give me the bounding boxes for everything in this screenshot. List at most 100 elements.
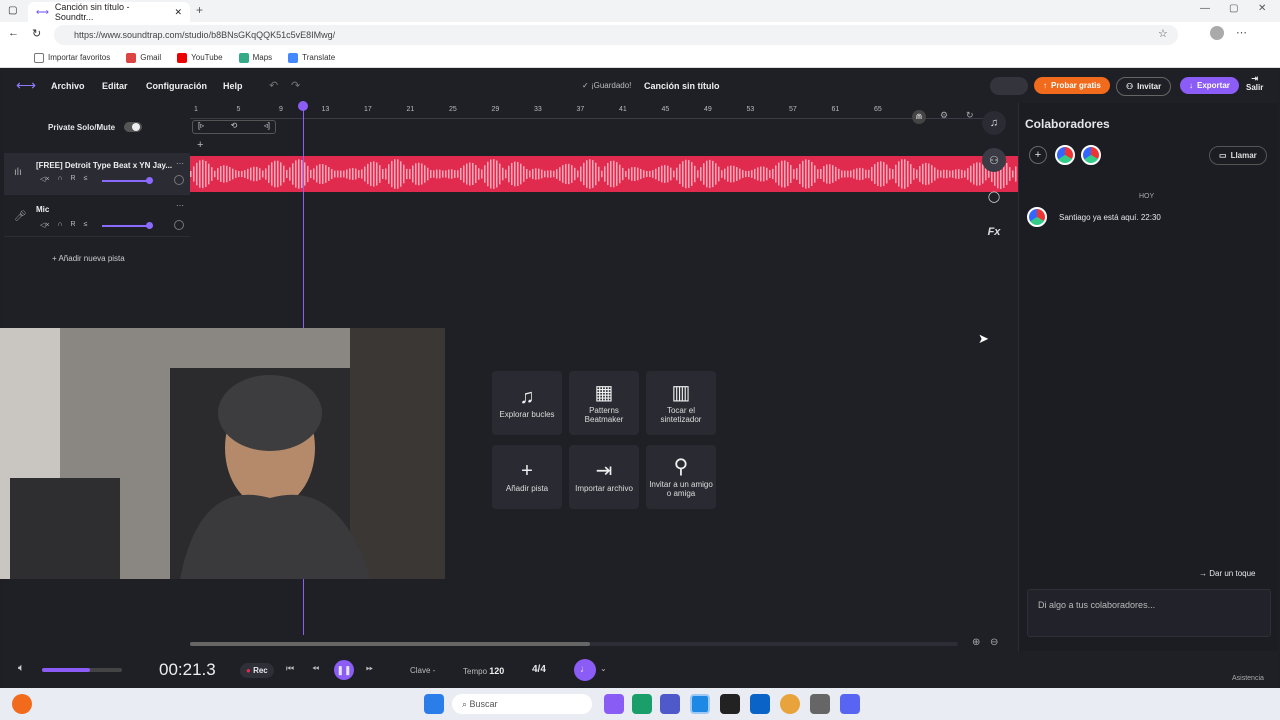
chevron-down-icon[interactable]: ⌄ (600, 664, 607, 673)
menu-editar[interactable]: Editar (102, 81, 128, 91)
mute-button[interactable]: ◁× (40, 175, 49, 183)
loops-icon[interactable]: ♫ (982, 111, 1006, 135)
volume-knob[interactable] (146, 222, 153, 229)
horizontal-scrollbar[interactable] (190, 642, 958, 646)
redo-icon[interactable]: ↷ (291, 79, 300, 92)
menu-help[interactable]: Help (223, 81, 243, 91)
avatar[interactable] (1081, 145, 1101, 165)
avatar[interactable] (1055, 145, 1075, 165)
try-free-button[interactable]: ↑ Probar gratis (1034, 77, 1110, 94)
close-window-icon[interactable]: ✕ (1258, 3, 1266, 14)
menu-archivo[interactable]: Archivo (51, 81, 85, 91)
more-menu-icon[interactable]: ⋯ (1236, 26, 1247, 39)
nudge-button[interactable]: → Dar un toque (1199, 569, 1256, 578)
track-volume-slider[interactable] (102, 180, 152, 182)
undo-icon[interactable]: ↶ (269, 79, 278, 92)
magnet-icon[interactable]: ⋒ (912, 110, 926, 124)
audio-clip-waveform[interactable] (190, 156, 1018, 192)
back-icon[interactable]: ← (8, 27, 19, 39)
zoom-out-icon[interactable]: ⊖ (990, 637, 998, 648)
add-collaborator-button[interactable]: + (1029, 146, 1047, 164)
settings-gear-icon[interactable]: ⚙ (940, 110, 948, 121)
invite-button[interactable]: ⚇ Invitar (1116, 77, 1172, 96)
theme-toggle[interactable] (990, 77, 1028, 95)
invite-friend-tile[interactable]: ⚲ Invitar a un amigo o amiga (646, 445, 716, 509)
chat-input[interactable]: Di algo a tus colaboradores... (1027, 589, 1271, 637)
discord-icon[interactable] (840, 694, 860, 714)
time-signature[interactable]: 4/4 (532, 664, 546, 675)
track-volume-slider[interactable] (102, 225, 152, 227)
export-button[interactable]: ↓ Exportar (1180, 77, 1239, 94)
loop-start-icon[interactable]: [▹ (198, 121, 204, 133)
maximize-icon[interactable]: ▢ (1229, 3, 1238, 14)
master-volume-slider[interactable] (42, 668, 122, 672)
patterns-beatmaker-tile[interactable]: ▦ Patterns Beatmaker (569, 371, 639, 435)
outlook-icon[interactable] (750, 694, 770, 714)
loop-icon[interactable]: ⟲ (231, 121, 238, 133)
browser-tab[interactable]: ⟷ Canción sin título - Soundtr... ✕ (28, 2, 190, 22)
volume-knob[interactable] (146, 177, 153, 184)
fx-icon[interactable]: Fx (982, 220, 1006, 244)
app-icon[interactable] (632, 694, 652, 714)
headphones-button[interactable]: ∩ (57, 175, 62, 183)
add-track-tile[interactable]: + Añadir pista (492, 445, 562, 509)
track-name[interactable]: Mic (36, 205, 49, 214)
timeline-ruler[interactable]: 1 5 9 13 17 21 25 29 33 37 41 45 49 53 57 61 65 (190, 103, 990, 119)
track-row[interactable]: ılı [FREE] Detroit Type Beat x YN Jay...… (4, 153, 190, 195)
fast-forward-icon[interactable]: ⏩︎ (366, 663, 373, 674)
chrome-icon[interactable] (780, 694, 800, 714)
rewind-icon[interactable]: ⏪︎ (312, 663, 319, 674)
bookmark-translate[interactable]: Translate (288, 52, 335, 63)
mute-button[interactable]: ◁× (40, 221, 49, 229)
skip-start-icon[interactable]: ⏮︎ (286, 663, 294, 674)
playhead-handle[interactable] (298, 101, 308, 111)
pan-knob[interactable] (174, 175, 184, 185)
taskbar-search[interactable]: ⌕ Buscar (452, 694, 592, 714)
add-new-track-button[interactable]: + Añadir nueva pista (52, 254, 125, 263)
new-tab-icon[interactable]: + (196, 3, 203, 17)
menu-configuracion[interactable]: Configuración (146, 81, 207, 91)
copilot-icon[interactable] (604, 694, 624, 714)
explore-loops-tile[interactable]: ♫ Explorar bucles (492, 371, 562, 435)
bookmark-maps[interactable]: Maps (238, 52, 272, 63)
track-name[interactable]: [FREE] Detroit Type Beat x YN Jay... (36, 161, 172, 170)
edge-icon[interactable] (690, 694, 710, 714)
loop-end-icon[interactable]: ◃] (264, 121, 270, 133)
minimize-icon[interactable]: — (1200, 3, 1210, 14)
app-icon[interactable] (12, 694, 32, 714)
track-options-icon[interactable]: ⋯ (176, 159, 184, 168)
pan-knob[interactable] (174, 220, 184, 230)
zoom-in-icon[interactable]: ⊕ (972, 637, 980, 648)
play-pause-button[interactable]: ❚❚ (334, 660, 354, 680)
metronome-button[interactable]: ♩ (574, 659, 596, 681)
record-arm-button[interactable]: R (71, 221, 76, 229)
bookmark-youtube[interactable]: YouTube (177, 52, 223, 63)
soundtrap-logo-icon[interactable]: ⟷ (16, 77, 36, 94)
song-title[interactable]: Canción sin título (644, 81, 720, 91)
url-input[interactable]: https://www.soundtrap.com/studio/b8BNsGK… (54, 25, 1178, 45)
tempo-selector[interactable]: Tempo 120 (463, 666, 504, 676)
track-row[interactable]: 🎤︎ Mic ⋯ ◁× ∩ R ≤ (4, 195, 190, 237)
automation-button[interactable]: ≤ (84, 221, 88, 229)
call-button[interactable]: ▭ Llamar (1209, 146, 1267, 165)
tab-actions-icon[interactable]: ▢ (8, 5, 17, 16)
profile-avatar[interactable] (1210, 26, 1224, 40)
key-selector[interactable]: Clave - (410, 666, 435, 675)
close-tab-icon[interactable]: ✕ (174, 7, 182, 18)
headphones-button[interactable]: ∩ (57, 221, 62, 229)
teams-icon[interactable] (660, 694, 680, 714)
synth-tile[interactable]: ▥ Tocar el sintetizador (646, 371, 716, 435)
track-options-icon[interactable]: ⋯ (176, 201, 184, 210)
automation-button[interactable]: ≤ (84, 175, 88, 183)
master-volume-icon[interactable]: 🔈︎ (18, 662, 25, 675)
bookmark-gmail[interactable]: Gmail (126, 52, 161, 63)
chat-icon[interactable]: ◯ (982, 184, 1006, 208)
loop-region-controls[interactable]: [▹ ⟲ ◃] (192, 120, 276, 134)
import-file-tile[interactable]: ⇥ Importar archivo (569, 445, 639, 509)
solo-mute-toggle[interactable] (124, 122, 142, 132)
refresh-icon[interactable]: ↻ (966, 110, 974, 121)
add-marker-icon[interactable]: + (197, 139, 203, 151)
reload-icon[interactable]: ↻ (32, 27, 41, 40)
news-icon[interactable] (720, 694, 740, 714)
app-icon[interactable] (810, 694, 830, 714)
